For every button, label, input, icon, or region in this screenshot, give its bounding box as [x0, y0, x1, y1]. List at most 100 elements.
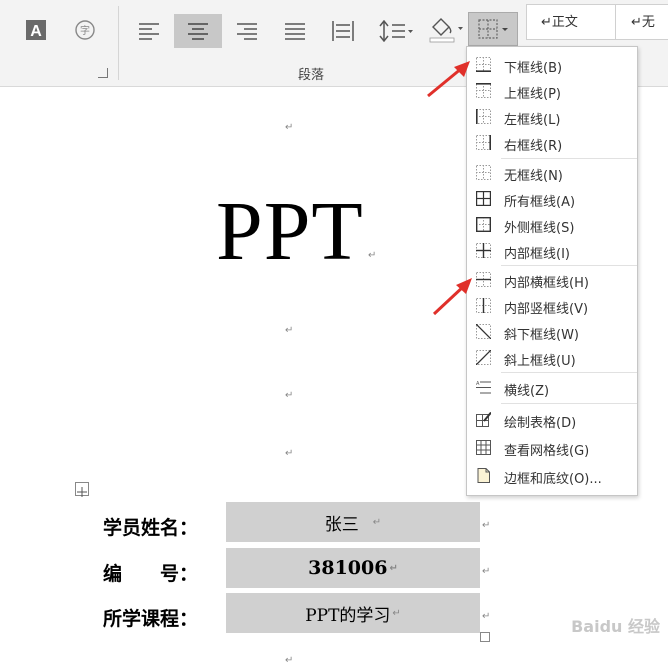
horizontal-line-icon: A — [476, 381, 491, 394]
menu-item-label: 内部框线(I) — [504, 247, 570, 262]
justify-button[interactable] — [280, 16, 310, 46]
inside-horizontal-border-icon — [476, 272, 491, 287]
menu-item-label: 绘制表格(D) — [504, 416, 577, 431]
distributed-button[interactable] — [328, 16, 358, 46]
menu-item-label: 上框线(P) — [504, 87, 561, 102]
draw-table-icon — [476, 412, 491, 427]
menu-item-label: 横线(Z) — [504, 384, 550, 399]
align-right-icon — [237, 23, 257, 40]
inside-borders-icon — [476, 243, 491, 258]
menu-item-label: 左框线(L) — [504, 113, 561, 128]
menu-item-view-gridlines[interactable]: 查看网格线(G) — [467, 435, 637, 461]
menu-item-label: 查看网格线(G) — [504, 444, 590, 459]
svg-text:A: A — [476, 381, 480, 387]
bottom-border-icon — [476, 57, 491, 72]
menu-item-diagonal-down-border[interactable]: 斜下框线(W) — [467, 319, 637, 345]
number-value: 381006 — [308, 557, 388, 579]
row-end-mark: ↵ — [482, 611, 491, 622]
table-cell-number[interactable]: 381006 ↵ — [226, 548, 480, 588]
svg-text:A: A — [30, 23, 42, 40]
paragraph-mark: ↵ — [285, 122, 294, 133]
style-next[interactable]: ↵无 — [631, 11, 655, 30]
annotation-arrow-1 — [427, 61, 470, 98]
align-center-icon — [188, 23, 208, 40]
table-cell-course[interactable]: PPT的学习 ↵ — [226, 593, 480, 633]
menu-item-left-border[interactable]: 左框线(L) — [467, 104, 637, 130]
table-move-handle[interactable] — [75, 482, 89, 497]
left-border-icon — [476, 109, 491, 124]
all-borders-icon — [476, 191, 491, 206]
menu-item-draw-table[interactable]: 绘制表格(D) — [467, 407, 637, 433]
paragraph-mark: ↵ — [372, 516, 382, 528]
line-spacing-button[interactable] — [376, 16, 416, 46]
menu-separator — [501, 158, 637, 159]
paragraph-mark: ↵ — [285, 390, 294, 401]
text-effects-button[interactable]: A — [24, 18, 48, 42]
table-resize-handle[interactable] — [480, 632, 490, 642]
menu-item-no-border[interactable]: 无框线(N) — [467, 160, 637, 186]
menu-separator — [501, 372, 637, 373]
font-dialog-launcher[interactable] — [98, 68, 108, 78]
right-border-icon — [476, 135, 491, 150]
name-value: 张三 — [324, 514, 359, 535]
menu-item-inside-horizontal-border[interactable]: 内部横框线(H) — [467, 267, 637, 293]
menu-item-label: 边框和底纹(O)... — [504, 472, 602, 487]
paragraph-mark: ↵ — [392, 607, 401, 619]
shading-button[interactable] — [424, 14, 466, 46]
borders-dropdown-menu: 下框线(B) 上框线(P) 左框线(L) 右框线(R) 无框线(N) 所有框线(… — [466, 46, 638, 496]
text-effects-icon: A — [26, 20, 46, 40]
justify-icon — [285, 23, 305, 40]
top-border-icon — [476, 83, 491, 98]
table-label-name: 学员姓名： — [103, 517, 199, 539]
menu-item-label: 内部竖框线(V) — [504, 302, 589, 317]
borders-shading-icon — [477, 468, 490, 483]
menu-item-horizontal-line[interactable]: A 横线(Z) — [467, 375, 637, 401]
menu-item-label: 下框线(B) — [504, 61, 563, 76]
distributed-align-icon — [332, 21, 354, 41]
style-gallery[interactable]: ↵正文 ↵无 — [526, 4, 668, 40]
align-left-icon — [139, 23, 159, 40]
watermark-logo: Baidu 经验 — [571, 617, 660, 636]
menu-item-bottom-border[interactable]: 下框线(B) — [467, 52, 637, 78]
menu-separator — [501, 403, 637, 404]
move-icon — [77, 487, 87, 497]
menu-separator — [501, 265, 637, 266]
course-value: PPT的学习 — [305, 605, 391, 626]
diagonal-down-border-icon — [476, 324, 491, 339]
ribbon-separator — [118, 6, 119, 80]
table-label-course: 所学课程： — [103, 608, 199, 630]
menu-item-inside-vertical-border[interactable]: 内部竖框线(V) — [467, 293, 637, 319]
menu-item-label: 所有框线(A) — [504, 195, 576, 210]
align-left-button[interactable] — [134, 16, 164, 46]
menu-item-top-border[interactable]: 上框线(P) — [467, 78, 637, 104]
align-right-button[interactable] — [232, 16, 262, 46]
paragraph-mark: ↵ — [368, 250, 377, 261]
menu-item-diagonal-up-border[interactable]: 斜上框线(U) — [467, 345, 637, 371]
menu-item-label: 内部横框线(H) — [504, 276, 589, 291]
paragraph-group-label: 段落 — [298, 68, 325, 83]
outside-borders-icon — [476, 217, 491, 232]
menu-item-outside-borders[interactable]: 外侧框线(S) — [467, 212, 637, 238]
table-cell-name[interactable]: 张三 ↵ — [226, 502, 480, 542]
borders-button[interactable] — [468, 12, 518, 46]
table-label-number: 编 号： — [103, 563, 199, 585]
menu-item-label: 无框线(N) — [504, 169, 563, 184]
paragraph-mark: ↵ — [389, 562, 398, 574]
menu-item-all-borders[interactable]: 所有框线(A) — [467, 186, 637, 212]
style-normal[interactable]: ↵正文 — [541, 11, 578, 30]
menu-item-borders-and-shading[interactable]: 边框和底纹(O)... — [467, 463, 637, 489]
borders-icon — [478, 19, 508, 39]
menu-item-label: 斜下框线(W) — [504, 328, 579, 343]
center-button[interactable] — [174, 14, 222, 48]
paragraph-mark: ↵ — [285, 448, 294, 459]
menu-item-label: 斜上框线(U) — [504, 354, 576, 369]
enclose-characters-button[interactable]: 字 — [72, 18, 98, 42]
view-gridlines-icon — [476, 440, 491, 455]
menu-item-right-border[interactable]: 右框线(R) — [467, 130, 637, 156]
annotation-arrow-2 — [432, 278, 472, 316]
menu-item-inside-borders[interactable]: 内部框线(I) — [467, 238, 637, 264]
menu-item-label: 外侧框线(S) — [504, 221, 575, 236]
row-end-mark: ↵ — [482, 566, 491, 577]
paragraph-mark: ↵ — [285, 325, 294, 336]
document-title: PPT — [216, 185, 364, 278]
